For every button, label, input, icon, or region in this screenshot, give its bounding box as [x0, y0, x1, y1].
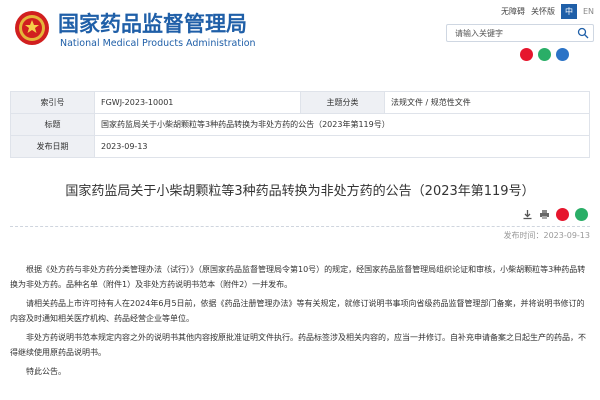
title-value: 国家药监局关于小柴胡颗粒等3种药品转换为非处方药的公告（2023年第119号） — [94, 113, 590, 136]
divider — [10, 226, 590, 227]
article-body: 根据《处方药与非处方药分类管理办法（试行）》（原国家药品监督管理局令第10号）的… — [10, 262, 590, 383]
share-wechat-icon[interactable] — [575, 208, 588, 221]
wechat-icon[interactable] — [538, 48, 551, 61]
accessibility-link[interactable]: 无障碍 — [501, 6, 525, 17]
care-mode-link[interactable]: 关怀版 — [531, 6, 555, 17]
search-placeholder: 请输入关键字 — [455, 29, 503, 38]
download-icon[interactable] — [522, 209, 533, 220]
site-title-en[interactable]: National Medical Products Administration — [60, 38, 256, 49]
index-label: 索引号 — [10, 91, 95, 114]
title-label: 标题 — [10, 113, 95, 136]
share-weibo-icon[interactable] — [556, 208, 569, 221]
app-icon[interactable] — [556, 48, 569, 61]
category-value: 法规文件 / 规范性文件 — [384, 91, 590, 114]
article-title: 国家药监局关于小柴胡颗粒等3种药品转换为非处方药的公告（2023年第119号） — [65, 184, 535, 199]
weibo-icon[interactable] — [520, 48, 533, 61]
search-icon[interactable] — [577, 27, 589, 39]
paragraph: 特此公告。 — [26, 367, 66, 376]
category-label: 主题分类 — [300, 91, 385, 114]
index-value: FGWJ-2023-10001 — [94, 91, 301, 114]
date-label: 发布日期 — [10, 135, 95, 158]
paragraph: 请相关药品上市许可持有人在2024年6月5日前，依据《药品注册管理办法》等有关规… — [10, 299, 585, 323]
search-input[interactable]: 请输入关键字 — [446, 24, 594, 42]
site-title-cn[interactable]: 国家药品监督管理局 — [58, 8, 247, 38]
paragraph: 根据《处方药与非处方药分类管理办法（试行）》（原国家药品监督管理局令第10号）的… — [10, 265, 586, 289]
publish-time: 发布时间：2023-09-13 — [503, 231, 591, 240]
print-icon[interactable] — [539, 209, 550, 220]
site-header: 国家药品监督管理局 National Medical Products Admi… — [0, 0, 600, 68]
social-links — [520, 48, 569, 61]
document-info-table: 索引号 FGWJ-2023-10001 主题分类 法规文件 / 规范性文件 标题… — [10, 91, 590, 158]
lang-cn-button[interactable]: 中 — [560, 4, 577, 19]
paragraph: 非处方药说明书范本规定内容之外的说明书其他内容按原批准证明文件执行。药品标签涉及… — [10, 333, 586, 357]
date-value: 2023-09-13 — [94, 135, 590, 158]
top-links: 无障碍 关怀版 中 EN — [501, 4, 594, 19]
article-tools — [522, 208, 588, 221]
national-emblem-icon — [15, 11, 49, 45]
lang-en-button[interactable]: EN — [583, 7, 594, 16]
